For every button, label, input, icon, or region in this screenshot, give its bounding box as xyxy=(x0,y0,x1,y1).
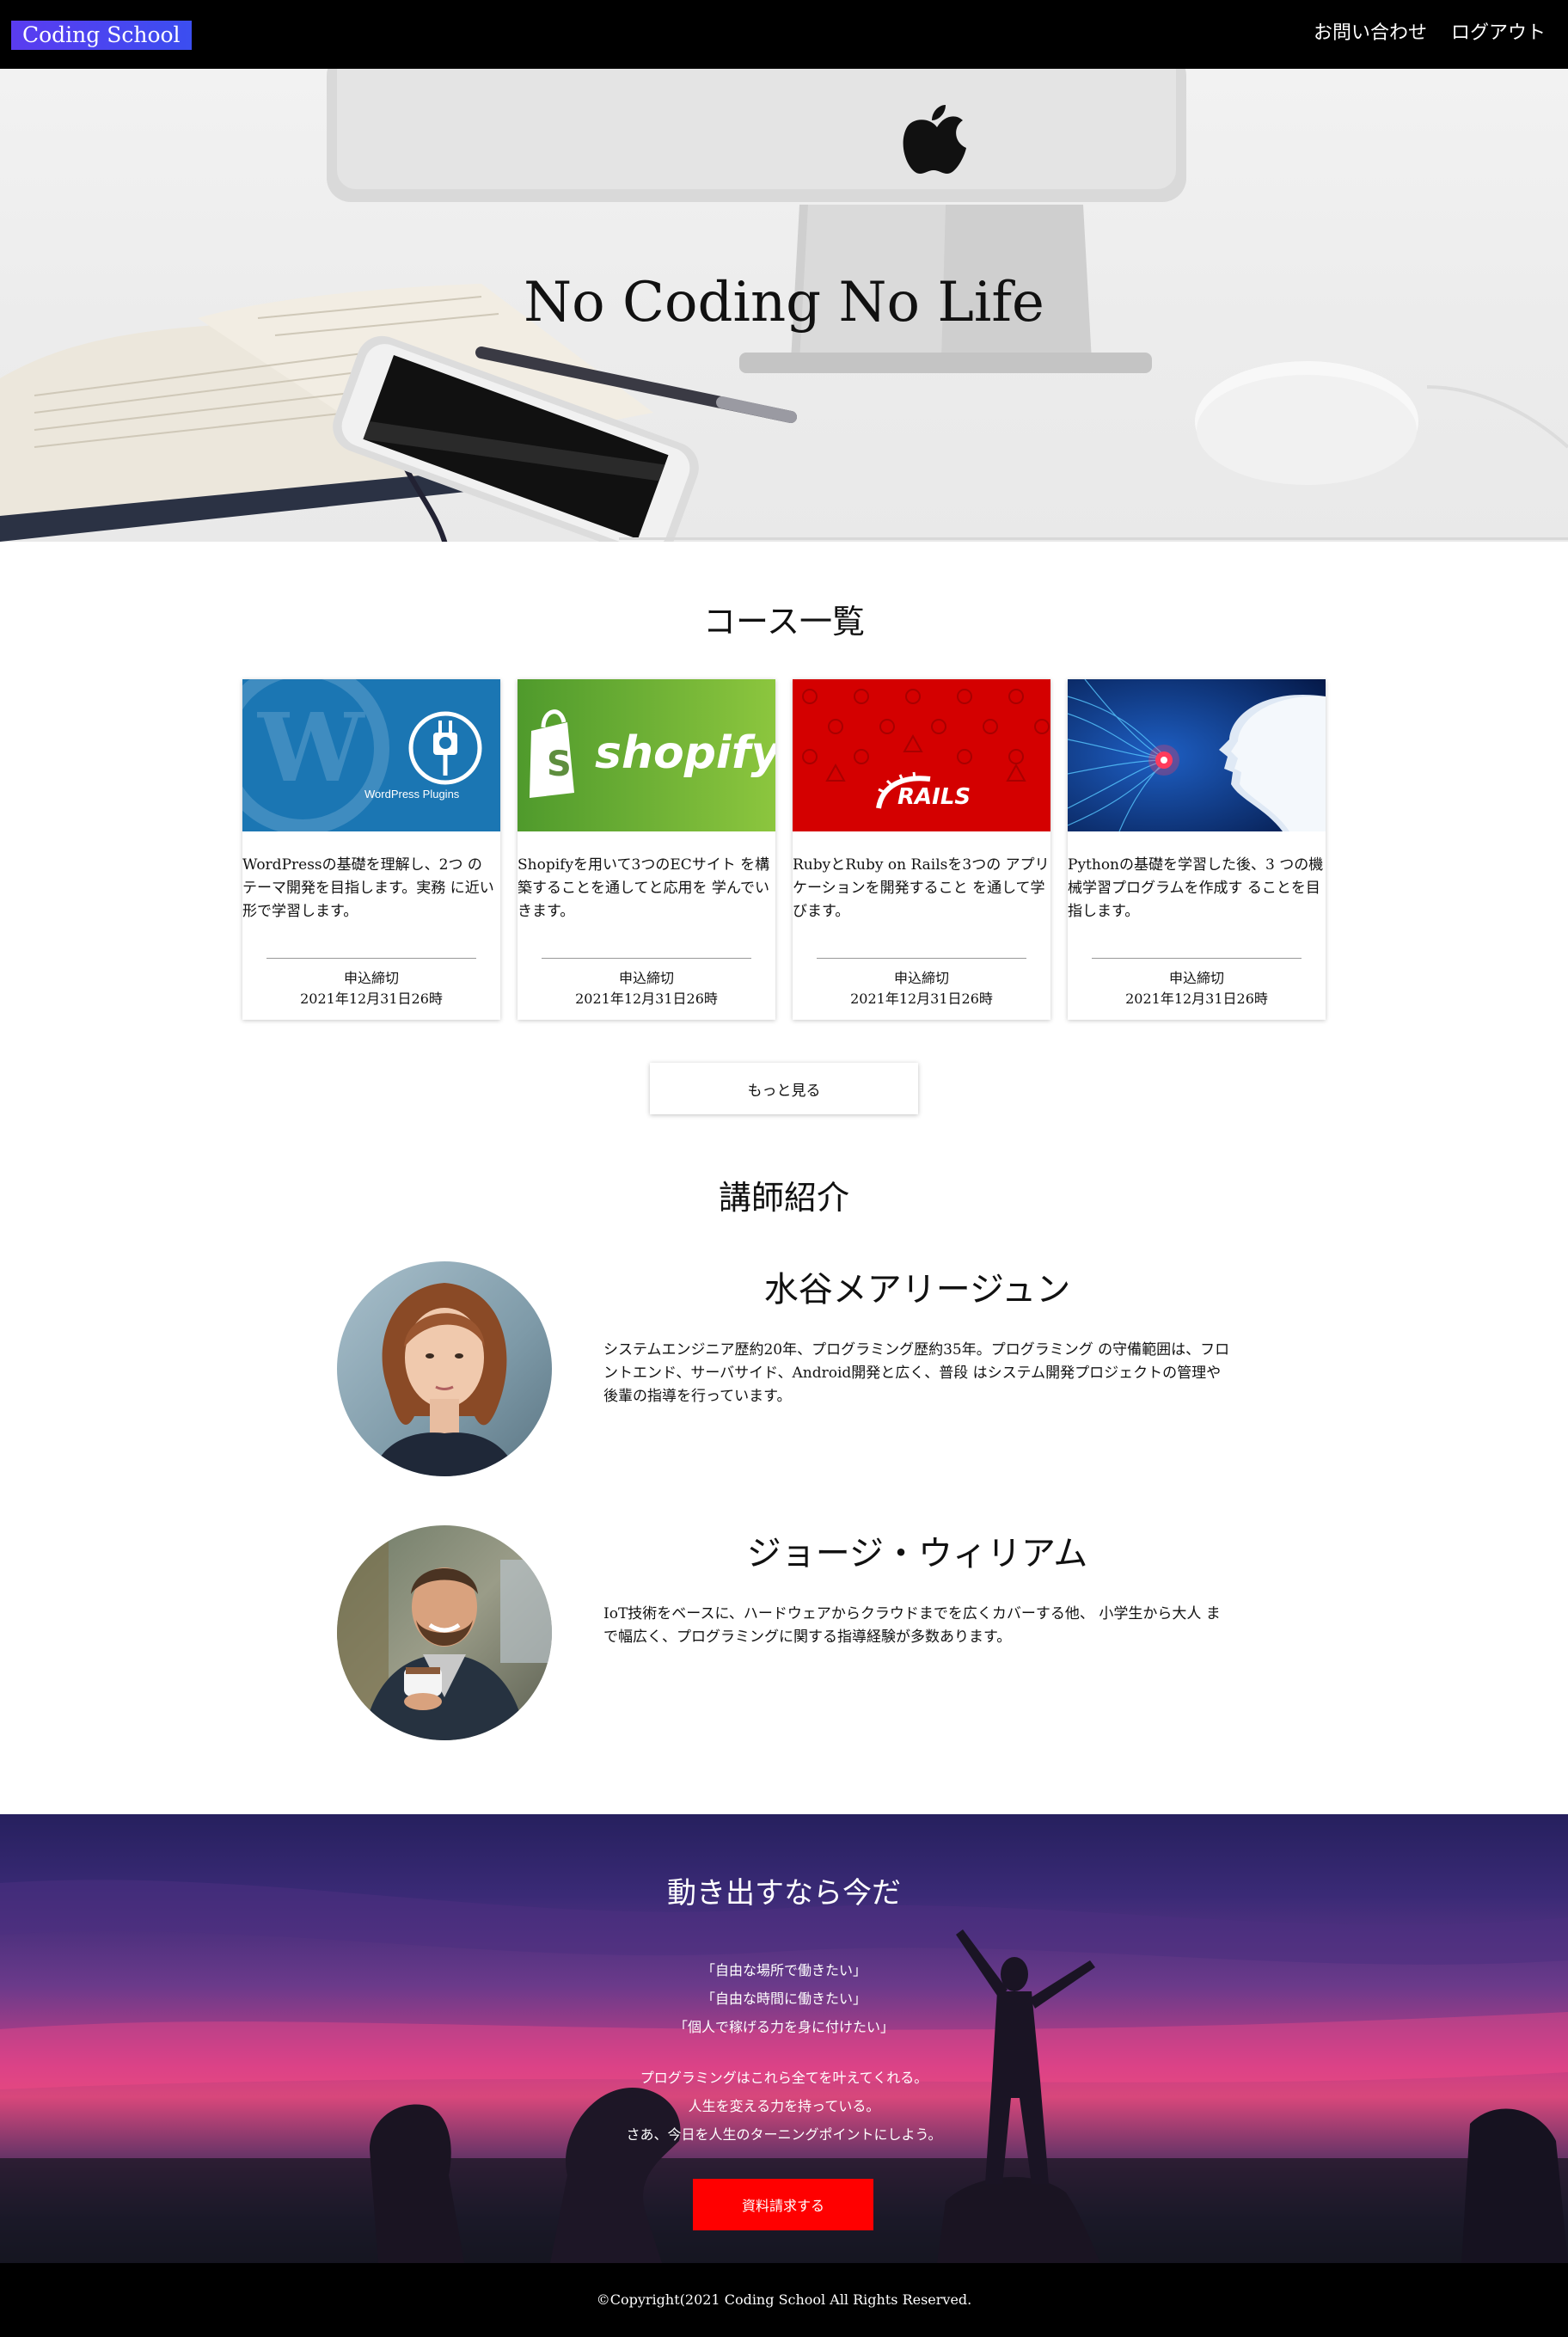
course-card-list: W WordPress Plugins WordPressの基礎を理解し、2つ … xyxy=(242,679,1326,1020)
deadline-label: 申込締切 xyxy=(343,970,399,986)
card-divider xyxy=(542,958,751,959)
card-divider xyxy=(1092,958,1302,959)
deadline-date: 2021年12月31日26時 xyxy=(575,991,718,1007)
teacher-name: 水谷メアリージュン xyxy=(763,1270,1071,1310)
cta-quote: 「自由な時間に働きたい」 xyxy=(701,1990,867,2007)
deadline-date: 2021年12月31日26時 xyxy=(300,991,443,1007)
site-footer: ©Copyright(2021 Coding School All Rights… xyxy=(0,2263,1568,2337)
course-card-shopify[interactable]: S shopify Shopifyを用いて3つのECサイト を構築することを通し… xyxy=(518,679,775,1020)
nav-logout-link[interactable]: ログアウト xyxy=(1451,19,1546,48)
more-courses-button[interactable]: もっと見る xyxy=(650,1063,918,1114)
cta-quote: 「個人で稼げる力を身に付けたい」 xyxy=(673,2019,894,2035)
cta-quote: 「自由な場所で働きたい」 xyxy=(701,1962,867,1978)
teacher-name: ジョージ・ウィリアム xyxy=(746,1534,1088,1573)
request-brochure-button[interactable]: 資料請求する xyxy=(693,2179,873,2230)
header-nav: お問い合わせ ログアウト xyxy=(1314,19,1546,48)
cta-message: プログラミングはこれら全てを叶えてくれる。 人生を変える力を持っている。 さあ、… xyxy=(0,2064,1568,2149)
course-deadline: 申込締切 2021年12月31日26時 xyxy=(242,968,500,1009)
cta-quotes: 「自由な場所で働きたい」 「自由な時間に働きたい」 「個人で稼げる力を身に付けた… xyxy=(0,1956,1568,2041)
course-deadline: 申込締切 2021年12月31日26時 xyxy=(793,968,1050,1009)
teacher-avatar xyxy=(337,1261,552,1476)
deadline-label: 申込締切 xyxy=(1168,970,1224,986)
teacher-bio: IoT技術をベースに、ハードウェアからクラウドまでを広くカバーする他、 小学生か… xyxy=(603,1605,1221,1646)
rails-wordmark: RAILS xyxy=(897,784,971,810)
copyright-text: ©Copyright(2021 Coding School All Rights… xyxy=(596,2291,972,2308)
rails-course-image: RAILS xyxy=(793,679,1050,831)
hero-section: No Coding No Life xyxy=(0,69,1568,542)
deadline-date: 2021年12月31日26時 xyxy=(1125,991,1268,1007)
teacher-profile: 水谷メアリージュン システムエンジニア歴約20年、プログラミング歴約35年。プロ… xyxy=(337,1261,1231,1476)
teacher-bio: システムエンジニア歴約20年、プログラミング歴約35年。プログラミング の守備範… xyxy=(603,1341,1230,1405)
svg-text:S: S xyxy=(547,745,572,784)
wordpress-course-image: W WordPress Plugins xyxy=(242,679,500,831)
course-description: WordPressの基礎を理解し、2つ の テーマ開発を目指します。実務 に近い… xyxy=(242,856,494,920)
course-description: Shopifyを用いて3つのECサイト を構築することを通してと応用を 学んでい… xyxy=(518,856,770,920)
nav-contact-link[interactable]: お問い合わせ xyxy=(1314,19,1427,48)
course-deadline: 申込締切 2021年12月31日26時 xyxy=(518,968,775,1009)
course-deadline: 申込締切 2021年12月31日26時 xyxy=(1068,968,1326,1009)
card-divider xyxy=(266,958,476,959)
deadline-label: 申込締切 xyxy=(618,970,674,986)
teacher-profile: ジョージ・ウィリアム IoT技術をベースに、ハードウェアからクラウドまでを広くカ… xyxy=(337,1525,1231,1740)
hero-title: No Coding No Life xyxy=(524,271,1044,334)
cta-message-line: さあ、今日を人生のターニングポイントにしよう。 xyxy=(626,2126,942,2143)
course-card-python[interactable]: Pythonの基礎を学習した後、3 つの機械学習プログラムを作成す ることを目指… xyxy=(1068,679,1326,1020)
teachers-section-title: 講師紹介 xyxy=(718,1179,849,1217)
deadline-date: 2021年12月31日26時 xyxy=(850,991,993,1007)
cta-section: 動き出すなら今だ 「自由な場所で働きたい」 「自由な時間に働きたい」 「個人で稼… xyxy=(0,1814,1568,2263)
course-card-rails[interactable]: RAILS RubyとRuby on Railsを3つの アプリケーションを開発… xyxy=(793,679,1050,1020)
shopify-course-image: S shopify xyxy=(518,679,775,831)
site-logo[interactable]: Coding School xyxy=(11,21,192,50)
site-header: Coding School お問い合わせ ログアウト xyxy=(0,0,1568,69)
cta-message-line: プログラミングはこれら全てを叶えてくれる。 xyxy=(640,2070,928,2086)
cta-message-line: 人生を変える力を持っている。 xyxy=(688,2098,880,2114)
teacher-avatar xyxy=(337,1525,552,1740)
cta-title: 動き出すなら今だ xyxy=(667,1876,901,1911)
course-description: Pythonの基礎を学習した後、3 つの機械学習プログラムを作成す ることを目指… xyxy=(1068,856,1324,920)
courses-section-title: コース一覧 xyxy=(702,603,866,641)
ai-course-image xyxy=(1068,679,1326,831)
course-card-wordpress[interactable]: W WordPress Plugins WordPressの基礎を理解し、2つ … xyxy=(242,679,500,1020)
deadline-label: 申込締切 xyxy=(893,970,949,986)
course-description: RubyとRuby on Railsを3つの アプリケーションを開発すること を… xyxy=(793,856,1050,920)
card-divider xyxy=(817,958,1026,959)
svg-text:W: W xyxy=(257,692,365,803)
shopify-wordmark: shopify xyxy=(595,727,775,779)
wordpress-image-caption: WordPress Plugins xyxy=(364,788,460,800)
